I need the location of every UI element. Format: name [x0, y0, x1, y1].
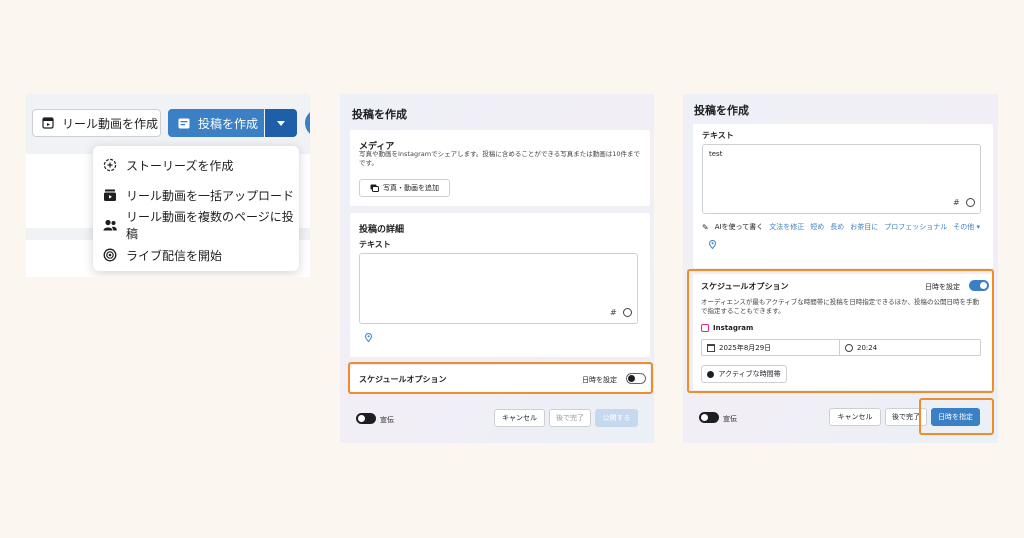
finish-later-button[interactable]: 後で完了: [549, 409, 591, 427]
hashtag-icon[interactable]: #: [610, 308, 617, 317]
add-media-label: 写真・動画を追加: [383, 184, 439, 192]
create-reel-label: リール動画を作成: [62, 116, 159, 131]
ai-professional-button[interactable]: プロフェッショナル: [884, 222, 947, 232]
ai-write-button[interactable]: AIを使って書く: [715, 222, 764, 232]
photo-icon: [370, 184, 379, 192]
menu-item-bulk-upload[interactable]: リール動画を一括アップロード: [93, 180, 299, 210]
menu-item-multi-page[interactable]: リール動画を複数のページに投稿: [93, 210, 299, 241]
create-dropdown-button[interactable]: [265, 109, 297, 137]
media-card: メディア 写真や動画をInstagramでシェアします。投稿に含めることができる…: [350, 130, 650, 206]
caret-down-icon: [277, 120, 285, 126]
ai-fix-grammar-button[interactable]: 文法を修正: [769, 222, 804, 232]
schedule-post-panel: 投稿を作成 テキスト test # ✎ AIを使って書く 文法を修正 短め 長め…: [683, 94, 998, 443]
menu-item-label: ライブ配信を開始: [126, 248, 223, 263]
bulk-upload-icon: [104, 189, 116, 201]
page-title: 投稿を作成: [352, 108, 407, 121]
hashtag-icon[interactable]: #: [953, 198, 960, 207]
text-card: テキスト test # ✎ AIを使って書く 文法を修正 短め 長め お茶目に …: [693, 124, 993, 268]
text-input[interactable]: test #: [702, 144, 981, 214]
promote-toggle[interactable]: [699, 412, 719, 423]
create-post-label: 投稿を作成: [198, 116, 259, 131]
ai-longer-button[interactable]: 長め: [830, 222, 844, 232]
ai-more-label: その他: [953, 223, 975, 231]
text-label: テキスト: [359, 240, 391, 249]
cancel-button[interactable]: キャンセル: [494, 409, 545, 427]
cancel-button[interactable]: キャンセル: [829, 408, 881, 426]
create-post-button[interactable]: 投稿を作成: [168, 109, 264, 137]
text-input[interactable]: #: [359, 253, 638, 324]
reel-icon: [42, 117, 54, 129]
publish-button[interactable]: 公開する: [595, 409, 638, 427]
ai-playful-button[interactable]: お茶目に: [850, 222, 878, 232]
create-post-panel: 投稿を作成 メディア 写真や動画をInstagramでシェアします。投稿に含める…: [340, 94, 654, 443]
ai-shorter-button[interactable]: 短め: [810, 222, 824, 232]
text-label: テキスト: [702, 131, 734, 140]
emoji-icon[interactable]: [623, 308, 632, 317]
story-plus-icon: [103, 158, 117, 172]
live-icon: [103, 248, 117, 262]
ai-writing-bar: ✎ AIを使って書く 文法を修正 短め 長め お茶目に プロフェッショナル その…: [702, 222, 992, 232]
promote-label: 宣伝: [723, 415, 737, 423]
avatar[interactable]: [305, 109, 310, 137]
promote-label: 宣伝: [380, 416, 394, 424]
create-menu-panel: リール動画を作成 投稿を作成 ストーリーズを作成 リール動画を一括アップロード …: [26, 94, 310, 277]
create-dropdown-menu: ストーリーズを作成 リール動画を一括アップロード リール動画を複数のページに投稿…: [93, 146, 299, 271]
details-label: 投稿の詳細: [359, 225, 405, 235]
menu-item-go-live[interactable]: ライブ配信を開始: [93, 240, 299, 270]
post-icon: [178, 118, 190, 128]
menu-item-label: ストーリーズを作成: [126, 158, 234, 173]
create-reel-button[interactable]: リール動画を作成: [32, 109, 161, 137]
menu-item-create-story[interactable]: ストーリーズを作成: [93, 150, 299, 180]
emoji-icon[interactable]: [966, 198, 975, 207]
media-description: 写真や動画をInstagramでシェアします。投稿に含めることができる写真または…: [359, 150, 641, 167]
schedule-highlight: [348, 362, 653, 394]
schedule-button-highlight: [919, 398, 994, 435]
ai-more-button[interactable]: その他 ▾: [953, 222, 980, 232]
page-title: 投稿を作成: [694, 104, 749, 117]
schedule-highlight: [687, 269, 994, 393]
location-icon[interactable]: [709, 240, 716, 249]
location-icon[interactable]: [365, 333, 372, 342]
details-card: 投稿の詳細 テキスト #: [350, 213, 650, 357]
menu-item-label: リール動画を一括アップロード: [126, 188, 295, 203]
promote-toggle[interactable]: [356, 413, 376, 424]
multi-page-icon: [103, 219, 117, 231]
text-input-value: test: [709, 150, 723, 158]
ai-wand-icon: ✎: [702, 222, 709, 232]
menu-item-label: リール動画を複数のページに投稿: [126, 210, 294, 241]
add-media-button[interactable]: 写真・動画を追加: [359, 179, 450, 197]
